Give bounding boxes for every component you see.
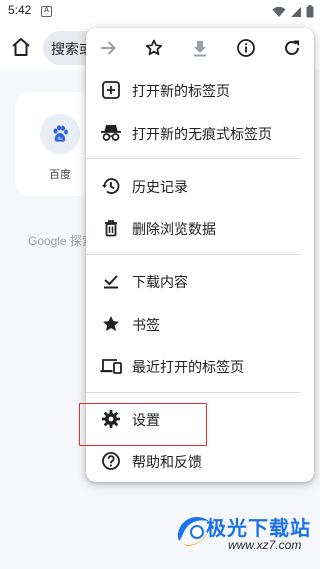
menu-item-history[interactable]: 历史记录 — [86, 166, 314, 206]
reload-button[interactable] — [280, 36, 304, 60]
wifi-icon — [272, 6, 286, 17]
forward-icon — [101, 41, 116, 55]
forward-button[interactable] — [96, 36, 120, 60]
menu-item-label: 删除浏览数据 — [132, 222, 216, 238]
download-page-button[interactable] — [188, 36, 212, 60]
new-tab-icon — [100, 79, 122, 101]
home-icon — [12, 38, 30, 56]
page-info-button[interactable] — [234, 36, 258, 60]
status-bar: 5:42 A — [0, 0, 320, 24]
menu-item-downloads[interactable]: 下载内容 — [86, 261, 314, 301]
trash-icon — [100, 217, 122, 239]
home-button[interactable] — [9, 35, 33, 59]
status-time: 5:42 — [8, 3, 32, 17]
watermark-url: www.xz7.com — [228, 538, 302, 552]
menu-item-clear-browsing-data[interactable]: 删除浏览数据 — [86, 208, 314, 248]
menu-divider — [86, 392, 300, 393]
info-icon — [237, 39, 255, 57]
devices-icon — [100, 355, 122, 377]
shortcut-baidu[interactable]: du — [40, 114, 80, 154]
star-outline-icon — [145, 39, 163, 56]
download-check-icon — [100, 270, 122, 292]
menu-item-help-feedback[interactable]: 帮助和反馈 — [86, 441, 314, 481]
battery-icon — [306, 5, 314, 18]
menu-item-label: 最近打开的标签页 — [132, 360, 244, 376]
menu-item-label: 书签 — [132, 318, 160, 334]
menu-item-label: 帮助和反馈 — [132, 455, 202, 471]
menu-item-recent-tabs[interactable]: 最近打开的标签页 — [86, 346, 314, 386]
baidu-paw-icon: du — [53, 125, 68, 142]
menu-action-row — [86, 28, 314, 68]
history-icon — [100, 175, 122, 197]
bookmark-page-button[interactable] — [142, 36, 166, 60]
status-icons — [272, 5, 314, 18]
download-icon — [194, 41, 206, 57]
notification-icon: A — [41, 6, 52, 17]
settings-highlight-box — [79, 403, 207, 446]
menu-item-label: 打开新的无痕式标签页 — [132, 127, 272, 143]
incognito-icon — [100, 122, 122, 144]
menu-divider — [86, 158, 300, 159]
shortcut-label: 百度 — [49, 168, 71, 181]
menu-divider — [86, 254, 300, 255]
help-icon — [100, 450, 122, 472]
menu-item-label: 打开新的标签页 — [132, 84, 230, 100]
star-filled-icon — [100, 313, 122, 335]
menu-item-label: 下载内容 — [132, 275, 188, 291]
menu-item-label: 历史记录 — [132, 180, 188, 196]
signal-icon — [291, 6, 301, 17]
svg-text:du: du — [57, 136, 63, 141]
menu-item-incognito-tab[interactable]: 打开新的无痕式标签页 — [86, 113, 314, 153]
refresh-icon — [285, 40, 299, 55]
menu-item-new-tab[interactable]: 打开新的标签页 — [86, 70, 314, 110]
menu-item-bookmarks[interactable]: 书签 — [86, 304, 314, 344]
watermark: 极光下载站 www.xz7.com — [173, 508, 318, 560]
discover-label: Google 探索 — [28, 234, 95, 248]
watermark-text: 极光下载站 — [206, 516, 311, 540]
